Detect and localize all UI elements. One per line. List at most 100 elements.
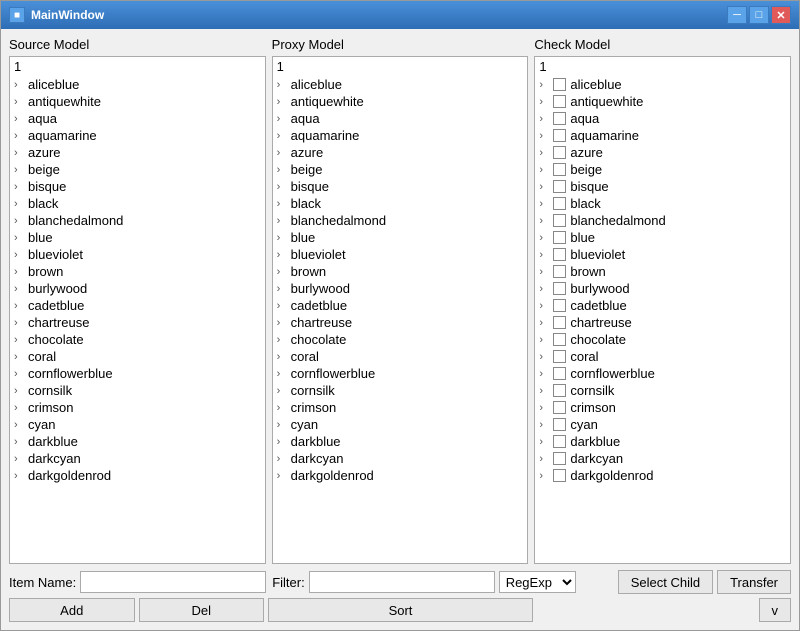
del-button[interactable]: Del xyxy=(139,598,265,622)
item-checkbox[interactable] xyxy=(553,333,566,346)
list-item[interactable]: ›aliceblue xyxy=(273,76,528,93)
list-item[interactable]: ›burlywood xyxy=(10,280,265,297)
list-item[interactable]: ›darkcyan xyxy=(273,450,528,467)
checkbox-item[interactable]: ›bisque xyxy=(535,178,790,195)
item-checkbox[interactable] xyxy=(553,180,566,193)
item-checkbox[interactable] xyxy=(553,78,566,91)
list-item[interactable]: ›blueviolet xyxy=(10,246,265,263)
checkbox-item[interactable]: ›cadetblue xyxy=(535,297,790,314)
v-button[interactable]: v xyxy=(759,598,792,622)
list-item[interactable]: ›aqua xyxy=(10,110,265,127)
list-item[interactable]: ›crimson xyxy=(273,399,528,416)
item-checkbox[interactable] xyxy=(553,95,566,108)
list-item[interactable]: ›cornsilk xyxy=(273,382,528,399)
list-item[interactable]: ›cyan xyxy=(10,416,265,433)
item-checkbox[interactable] xyxy=(553,146,566,159)
checkbox-item[interactable]: ›darkblue xyxy=(535,433,790,450)
list-item[interactable]: ›cadetblue xyxy=(273,297,528,314)
checkbox-item[interactable]: ›darkcyan xyxy=(535,450,790,467)
minimize-button[interactable]: ─ xyxy=(727,6,747,24)
list-item[interactable]: ›coral xyxy=(273,348,528,365)
item-checkbox[interactable] xyxy=(553,129,566,142)
list-item[interactable]: ›darkgoldenrod xyxy=(10,467,265,484)
list-item[interactable]: ›blue xyxy=(273,229,528,246)
list-item[interactable]: ›crimson xyxy=(10,399,265,416)
item-checkbox[interactable] xyxy=(553,231,566,244)
filter-type-select[interactable]: RegExp Wildcard Fixed xyxy=(499,571,576,593)
list-item[interactable]: ›aqua xyxy=(273,110,528,127)
item-checkbox[interactable] xyxy=(553,452,566,465)
item-checkbox[interactable] xyxy=(553,316,566,329)
item-checkbox[interactable] xyxy=(553,248,566,261)
list-item[interactable]: ›antiquewhite xyxy=(10,93,265,110)
list-item[interactable]: ›chartreuse xyxy=(10,314,265,331)
checkbox-item[interactable]: ›blanchedalmond xyxy=(535,212,790,229)
list-item[interactable]: ›azure xyxy=(273,144,528,161)
list-item[interactable]: ›chartreuse xyxy=(273,314,528,331)
list-item[interactable]: ›azure xyxy=(10,144,265,161)
checkbox-item[interactable]: ›coral xyxy=(535,348,790,365)
checkbox-item[interactable]: ›brown xyxy=(535,263,790,280)
list-item[interactable]: ›darkcyan xyxy=(10,450,265,467)
checkbox-item[interactable]: ›azure xyxy=(535,144,790,161)
item-checkbox[interactable] xyxy=(553,163,566,176)
checkbox-item[interactable]: ›aquamarine xyxy=(535,127,790,144)
item-checkbox[interactable] xyxy=(553,435,566,448)
item-checkbox[interactable] xyxy=(553,299,566,312)
item-checkbox[interactable] xyxy=(553,282,566,295)
checkbox-item[interactable]: ›antiquewhite xyxy=(535,93,790,110)
add-button[interactable]: Add xyxy=(9,598,135,622)
list-item[interactable]: ›bisque xyxy=(273,178,528,195)
select-child-button[interactable]: Select Child xyxy=(618,570,713,594)
checkbox-item[interactable]: ›darkgoldenrod xyxy=(535,467,790,484)
checkbox-item[interactable]: ›beige xyxy=(535,161,790,178)
list-item[interactable]: ›beige xyxy=(10,161,265,178)
list-item[interactable]: ›aliceblue xyxy=(10,76,265,93)
list-item[interactable]: ›darkblue xyxy=(10,433,265,450)
checkbox-item[interactable]: ›cornsilk xyxy=(535,382,790,399)
item-checkbox[interactable] xyxy=(553,469,566,482)
item-checkbox[interactable] xyxy=(553,350,566,363)
list-item[interactable]: ›cornflowerblue xyxy=(10,365,265,382)
item-checkbox[interactable] xyxy=(553,265,566,278)
item-name-input[interactable] xyxy=(80,571,266,593)
item-checkbox[interactable] xyxy=(553,384,566,397)
list-item[interactable]: ›darkblue xyxy=(273,433,528,450)
list-item[interactable]: ›chocolate xyxy=(10,331,265,348)
list-item[interactable]: ›aquamarine xyxy=(10,127,265,144)
list-item[interactable]: ›burlywood xyxy=(273,280,528,297)
checkbox-item[interactable]: ›aliceblue xyxy=(535,76,790,93)
list-item[interactable]: ›cadetblue xyxy=(10,297,265,314)
checkbox-item[interactable]: ›blueviolet xyxy=(535,246,790,263)
filter-input[interactable] xyxy=(309,571,495,593)
list-item[interactable]: ›blanchedalmond xyxy=(273,212,528,229)
proxy-model-list[interactable]: 1 ›aliceblue›antiquewhite›aqua›aquamarin… xyxy=(272,56,529,564)
list-item[interactable]: ›brown xyxy=(10,263,265,280)
restore-button[interactable]: □ xyxy=(749,6,769,24)
list-item[interactable]: ›black xyxy=(273,195,528,212)
list-item[interactable]: ›blanchedalmond xyxy=(10,212,265,229)
close-button[interactable]: ✕ xyxy=(771,6,791,24)
item-checkbox[interactable] xyxy=(553,418,566,431)
list-item[interactable]: ›cornsilk xyxy=(10,382,265,399)
checkbox-item[interactable]: ›crimson xyxy=(535,399,790,416)
check-model-list[interactable]: 1 ›aliceblue›antiquewhite›aqua›aquamarin… xyxy=(534,56,791,564)
item-checkbox[interactable] xyxy=(553,367,566,380)
list-item[interactable]: ›darkgoldenrod xyxy=(273,467,528,484)
item-checkbox[interactable] xyxy=(553,197,566,210)
list-item[interactable]: ›cornflowerblue xyxy=(273,365,528,382)
list-item[interactable]: ›blueviolet xyxy=(273,246,528,263)
list-item[interactable]: ›brown xyxy=(273,263,528,280)
item-checkbox[interactable] xyxy=(553,401,566,414)
checkbox-item[interactable]: ›aqua xyxy=(535,110,790,127)
checkbox-item[interactable]: ›chocolate xyxy=(535,331,790,348)
list-item[interactable]: ›antiquewhite xyxy=(273,93,528,110)
source-model-list[interactable]: 1 ›aliceblue›antiquewhite›aqua›aquamarin… xyxy=(9,56,266,564)
checkbox-item[interactable]: ›chartreuse xyxy=(535,314,790,331)
list-item[interactable]: ›black xyxy=(10,195,265,212)
checkbox-item[interactable]: ›cornflowerblue xyxy=(535,365,790,382)
list-item[interactable]: ›cyan xyxy=(273,416,528,433)
transfer-button[interactable]: Transfer xyxy=(717,570,791,594)
item-checkbox[interactable] xyxy=(553,214,566,227)
list-item[interactable]: ›bisque xyxy=(10,178,265,195)
